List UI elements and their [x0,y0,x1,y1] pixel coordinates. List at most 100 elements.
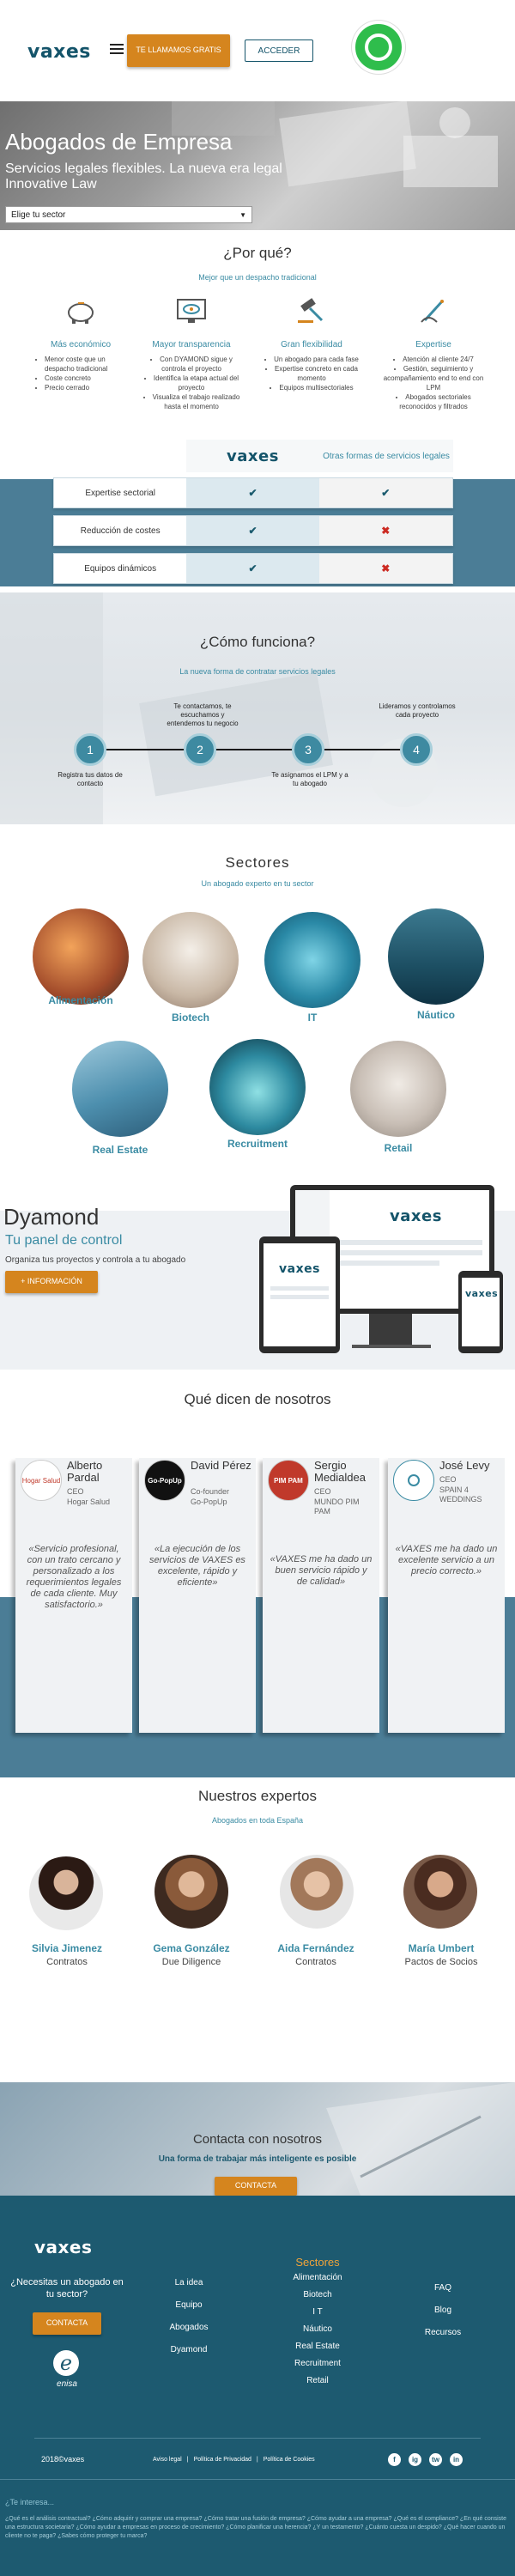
expert-photo[interactable] [280,1855,354,1929]
sector-label[interactable]: IT [258,1012,367,1024]
footer-sector-link[interactable]: Biotech [266,2290,369,2300]
interest-text[interactable]: ¿Qué es el análisis contractual? ¿Cómo a… [5,2515,510,2541]
call-button[interactable]: TE LLAMAMOS GRATIS [127,34,230,67]
phone-logo: vaxes [465,1288,499,1299]
footer-question: ¿Necesitas un abogado en tu sector? [10,2277,124,2300]
expert-name[interactable]: Gema González [133,1942,250,1954]
footer-copyright: 2018©vaxes [41,2455,85,2464]
expert-photo[interactable] [29,1856,103,1930]
sector-label[interactable]: Recruitment [203,1138,312,1150]
testimonial-company: SPAIN 4 WEDDINGS [439,1485,482,1504]
step-1-text: Registra tus datos de contacto [58,771,123,787]
step-2: 2 [184,733,216,766]
cookies-policy-link[interactable]: Política de Cookies [264,2457,315,2463]
comparison-vaxes-logo: vaxes [186,440,319,472]
twitter-icon[interactable]: tw [429,2453,442,2466]
sector-food-image[interactable] [33,908,129,1005]
menu-icon[interactable] [110,44,124,54]
sector-label[interactable]: Alimentación [26,994,136,1006]
expert-role: Due Diligence [161,1957,221,1967]
steps-line [89,749,415,750]
check-icon: ✔ [248,525,258,537]
feature-title: Más económico [50,340,112,349]
feature-title: Expertise [415,340,451,349]
pen-hand-icon [415,292,452,330]
footer-link[interactable]: Blog [409,2306,477,2315]
linkedin-icon[interactable]: in [450,2453,463,2466]
expert-name[interactable]: Silvia Jimenez [9,1942,125,1954]
experts-title: Nuestros expertos [198,1788,317,1804]
feature-item: Atención al cliente 24/7 [378,355,489,364]
dyamond-info-button[interactable]: + INFORMACIÓN [5,1271,98,1293]
contact-button[interactable]: CONTACTA [215,2177,297,2196]
footer-link[interactable]: Equipo [154,2300,223,2310]
expert-photo[interactable] [403,1855,477,1929]
sectors-subtitle: Un abogado experto en tu sector [201,879,314,888]
cross-icon: ✖ [381,525,391,537]
expert-role: Contratos [295,1957,336,1967]
logo[interactable]: vaxes [27,41,91,63]
sector-it-image[interactable] [264,912,360,1008]
footer-link[interactable]: FAQ [409,2283,477,2293]
instagram-icon[interactable]: ig [409,2453,421,2466]
step-4-text: Lideramos y controlamos cada proyecto [379,702,456,719]
monitor-stand [369,1314,412,1345]
sector-biotech-image[interactable] [142,912,239,1008]
sector-label[interactable]: Biotech [136,1012,245,1024]
footer-divider [0,2479,515,2480]
expert-name[interactable]: Aida Fernández [258,1942,374,1954]
sector-label[interactable]: Retail [343,1142,453,1154]
sector-label[interactable]: Real Estate [65,1144,175,1156]
footer-sector-link[interactable]: I T [266,2307,369,2317]
sector-retail-image[interactable] [350,1041,446,1137]
privacy-policy-link[interactable]: Política de Privacidad [194,2457,251,2463]
comparison-header: vaxes Otras formas de servicios legales [53,440,453,472]
features: Más económico Menor coste que un despach… [0,292,515,438]
sectors-title: Sectores [225,854,290,871]
contact-title: Contacta con nosotros [192,2132,323,2147]
check-icon: ✔ [381,487,391,499]
testimonial-role: CEO [439,1475,457,1484]
footer-contact-button[interactable]: CONTACTA [33,2312,101,2335]
phone-device: vaxes [458,1271,503,1353]
footer-sector-link[interactable]: Alimentación [266,2273,369,2282]
expert-photo[interactable] [154,1855,228,1929]
footer-link[interactable]: Abogados [154,2323,223,2332]
tablet-screen: vaxes [264,1243,336,1346]
comparison-row: Equipos dinámicos ✔ ✖ [53,553,453,584]
testimonial-card: PIM PAM Sergio Medialdea CEO MUNDO PIM P… [263,1458,379,1733]
enisa-label: enisa [57,2379,77,2389]
sector-select[interactable]: Elige tu sector ▼ [5,206,252,223]
footer-sector-link[interactable]: Náutico [266,2324,369,2334]
whatsapp-icon[interactable] [352,21,405,74]
testimonial-role: Co-founder [191,1487,230,1496]
testimonial-quote: «VAXES me ha dado un excelente servicio … [395,1544,498,1577]
sector-nautical-image[interactable] [388,908,484,1005]
sector-realestate-image[interactable] [72,1041,168,1137]
expert-name[interactable]: María Umbert [383,1942,500,1954]
testimonial-quote: «Servicio profesional, con un trato cerc… [26,1544,122,1610]
footer-link[interactable]: Dyamond [154,2345,223,2354]
facebook-icon[interactable]: f [388,2453,401,2466]
footer-link[interactable]: La idea [154,2278,223,2287]
login-button[interactable]: ACCEDER [245,39,313,62]
footer-link[interactable]: Recursos [409,2328,477,2337]
legal-notice-link[interactable]: Aviso legal [153,2457,182,2463]
footer-sector-link[interactable]: Recruitment [266,2359,369,2368]
feature-item: Gestión, seguimiento y acompañamiento en… [378,364,489,392]
gavel-icon [293,292,330,330]
sector-recruitment-image[interactable] [209,1039,306,1135]
header: vaxes TE LLAMAMOS GRATIS ACCEDER [0,0,515,101]
footer-logo[interactable]: vaxes [34,2237,92,2257]
footer-sector-link[interactable]: Retail [266,2376,369,2385]
testimonial-card: Hogar Salud Alberto Pardal CEO Hogar Sal… [15,1458,132,1733]
footer-sector-link[interactable]: Real Estate [266,2342,369,2351]
hero-title: Abogados de Empresa [5,129,233,155]
feature-expertise: Expertise Atención al cliente 24/7 Gesti… [378,292,489,411]
sector-label[interactable]: Náutico [381,1009,491,1021]
feature-item: Con DYAMOND sigue y controla el proyecto [141,355,242,374]
testimonial-card: José Levy CEO SPAIN 4 WEDDINGS «VAXES me… [388,1458,505,1733]
phone-screen: vaxes [462,1278,500,1346]
feature-item: Identifica la etapa actual del proyecto [141,374,242,392]
hero-subtitle: Servicios legales flexibles. La nueva er… [5,161,282,191]
